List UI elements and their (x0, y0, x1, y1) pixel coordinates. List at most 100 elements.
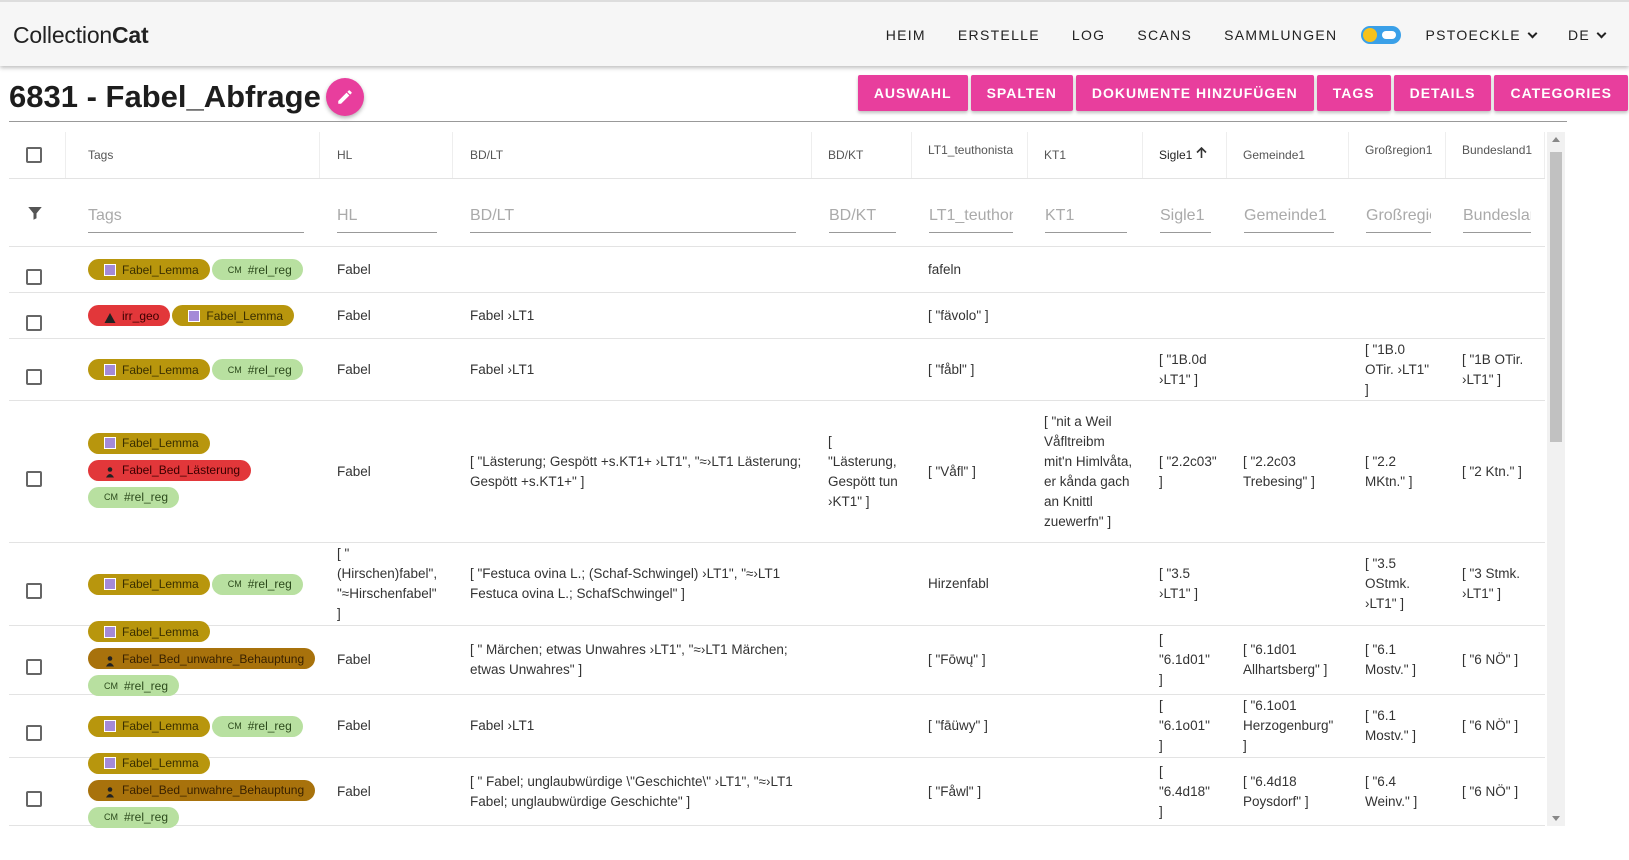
person-icon (104, 653, 116, 666)
tag-chip[interactable]: Fabel_Bed_Lästerung (88, 459, 252, 481)
filter-gemeinde1-input[interactable]: Gemeinde1 (1244, 206, 1334, 233)
header-bd-lt[interactable]: BD/LT (453, 132, 812, 178)
tag-chip[interactable]: Fabel_Lemma (88, 359, 210, 380)
filter-bundesland1-input[interactable]: Bundeslar (1463, 206, 1531, 233)
header-bundesland1[interactable]: Bundesland1 (1446, 132, 1545, 178)
cell-gemeinde1 (1227, 543, 1349, 625)
row-checkbox[interactable] (26, 790, 42, 807)
cell-lt1-teuthonista-text: [ "Fōwų" ] (928, 652, 986, 667)
cell-kt1 (1028, 339, 1143, 400)
tags-button[interactable]: TAGS (1316, 75, 1391, 111)
select-all-checkbox[interactable] (26, 147, 42, 163)
row-checkbox[interactable] (26, 268, 42, 285)
lemma-icon (104, 578, 116, 590)
scrollbar-thumb[interactable] (1550, 152, 1562, 442)
tag-chip[interactable]: CM #rel_reg (88, 486, 180, 508)
spalten-button[interactable]: SPALTEN (970, 75, 1073, 111)
tag-list: Fabel_Lemma CM #rel_reg (88, 715, 303, 737)
row-checkbox[interactable] (26, 314, 42, 331)
filter-icon[interactable] (26, 204, 44, 222)
tag-chip[interactable]: CM #rel_reg (211, 573, 303, 595)
filter-hl-input[interactable]: HL (337, 206, 437, 233)
table-row[interactable]: Fabel_Lemma CM #rel_reg Fabel Fabel ›LT1 [ "f… (9, 339, 1545, 401)
table-row[interactable]: irr_geo Fabel_Lemma Fabel Fabel ›LT1 [ "fävo… (9, 293, 1545, 339)
nav-erstelle[interactable]: ERSTELLE (942, 27, 1056, 43)
tag-chip[interactable]: CM #rel_reg (211, 359, 303, 380)
user-menu[interactable]: PSTOECKLE (1409, 27, 1551, 43)
header-grossregion1[interactable]: Großregion1 (1349, 132, 1446, 178)
auswahl-button[interactable]: AUSWAHL (857, 75, 968, 111)
nav-scans[interactable]: SCANS (1121, 27, 1208, 43)
header-kt1[interactable]: KT1 (1028, 132, 1143, 178)
tag-chip[interactable]: CM #rel_reg (211, 259, 303, 280)
nav-log[interactable]: LOG (1056, 27, 1121, 43)
filter-kt1-input[interactable]: KT1 (1045, 206, 1127, 233)
table-row[interactable]: Fabel_Lemma CM #rel_reg Fabel fafeln (9, 247, 1545, 293)
person-icon (104, 784, 116, 798)
table-row[interactable]: Fabel_Lemma Fabel_Bed_Lästerung CM #rel_reg… (9, 401, 1545, 543)
table-row[interactable]: Fabel_Lemma CM #rel_reg [ "(Hirschen)fabel"… (9, 543, 1545, 626)
row-checkbox[interactable] (26, 583, 42, 599)
tag-chip[interactable]: irr_geo (88, 305, 171, 326)
add-documents-button[interactable]: DOKUMENTE HINZUFÜGEN (1075, 75, 1314, 111)
scroll-up-icon[interactable] (1552, 137, 1560, 142)
cell-bd-kt-text: [ "Lästerung, Gespött tun ›KT1" ] (828, 433, 898, 509)
tag-chip[interactable]: CM #rel_reg (211, 715, 303, 737)
cell-lt1-teuthonista: [ "Våfl" ] (912, 401, 1028, 542)
filter-lt1-input[interactable]: LT1_teuthon (929, 206, 1013, 233)
tag-chip[interactable]: CM #rel_reg (88, 806, 180, 828)
cell-bd-lt-text: [ " Fabel; unglaubwürdige \"Geschichte\"… (470, 773, 793, 809)
row-checkbox[interactable] (26, 470, 42, 487)
row-checkbox[interactable] (26, 725, 42, 741)
tag-chip[interactable]: Fabel_Lemma (172, 305, 295, 326)
tag-chip[interactable]: Fabel_Lemma (88, 573, 210, 595)
details-button[interactable]: DETAILS (1393, 75, 1492, 111)
cell-kt1 (1028, 247, 1143, 292)
filter-grossregion1-input[interactable]: Großregic (1366, 206, 1431, 233)
header-hl[interactable]: HL (320, 132, 453, 178)
tag-label: Fabel_Lemma (122, 624, 199, 639)
filter-bd-lt-input[interactable]: BD/LT (470, 206, 796, 233)
header-gemeinde1[interactable]: Gemeinde1 (1227, 132, 1349, 178)
language-menu[interactable]: DE (1552, 27, 1629, 43)
cell-sigle1: [ "6.4d18" ] (1143, 758, 1227, 825)
cell-bd-kt (812, 293, 912, 338)
cell-sigle1 (1143, 293, 1227, 338)
sun-icon (1363, 28, 1378, 42)
tag-chip[interactable]: Fabel_Lemma (88, 621, 210, 642)
edit-button[interactable] (326, 78, 364, 116)
header-tags[interactable]: Tags (88, 132, 320, 178)
theme-toggle[interactable] (1361, 26, 1402, 44)
header-lt1-teuthonista[interactable]: LT1_teuthonista (912, 132, 1028, 178)
app-logo[interactable]: CollectionCat (13, 22, 149, 49)
categories-button[interactable]: CATEGORIES (1494, 75, 1628, 111)
table-row[interactable]: Fabel_Lemma Fabel_Bed_unwahre_Behauptung C… (9, 752, 1545, 828)
filter-bd-kt-input[interactable]: BD/KT (829, 206, 896, 233)
cell-bd-lt-text: Fabel ›LT1 (470, 718, 535, 733)
tag-chip[interactable]: Fabel_Lemma (88, 715, 210, 737)
tag-label: Fabel_Lemma (122, 362, 199, 377)
cell-sigle1-text: [ "6.1o01" ] (1159, 698, 1210, 753)
tag-chip[interactable]: Fabel_Lemma (88, 432, 210, 454)
header-bd-kt[interactable]: BD/KT (812, 132, 912, 178)
tag-chip[interactable]: Fabel_Bed_unwahre_Behauptung (88, 648, 316, 669)
table-row[interactable]: Fabel_Lemma Fabel_Bed_unwahre_Behauptung C… (9, 621, 1545, 696)
table-row[interactable]: Fabel_Lemma CM #rel_reg Fabel Fabel ›LT1 [ "f… (9, 695, 1545, 758)
tag-label: Fabel_Lemma (122, 719, 199, 733)
nav-sammlungen[interactable]: SAMMLUNGEN (1208, 27, 1353, 43)
tag-chip[interactable]: Fabel_Bed_unwahre_Behauptung (88, 779, 316, 801)
tag-label: irr_geo (122, 308, 160, 323)
header-sigle1[interactable]: Sigle1 (1143, 132, 1227, 178)
row-checkbox[interactable] (26, 368, 42, 385)
nav-heim[interactable]: HEIM (870, 27, 942, 43)
tag-chip[interactable]: Fabel_Lemma (88, 752, 210, 774)
vertical-scrollbar[interactable] (1547, 132, 1565, 826)
tag-chip[interactable]: CM #rel_reg (88, 675, 180, 696)
cell-gemeinde1: [ "6.1o01 Herzogenburg" ] (1227, 695, 1349, 757)
cell-sigle1 (1143, 247, 1227, 292)
filter-sigle1-input[interactable]: Sigle1 (1160, 206, 1211, 233)
row-checkbox[interactable] (26, 659, 42, 675)
filter-tags-input[interactable]: Tags (88, 206, 304, 233)
scroll-down-icon[interactable] (1552, 816, 1560, 821)
tag-chip[interactable]: Fabel_Lemma (88, 259, 210, 280)
